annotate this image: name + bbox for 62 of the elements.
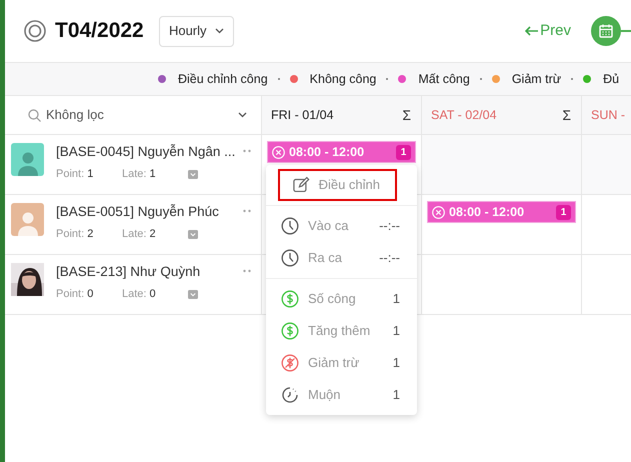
legend-label: Đủ	[603, 70, 620, 88]
search-icon	[28, 108, 41, 122]
sum-icon: Σ	[562, 104, 571, 126]
menu-item[interactable]: Tăng thêm 1	[266, 315, 417, 347]
shift-bar[interactable]: 08:00 - 12:00 1	[427, 201, 576, 223]
menu-item[interactable]: Ra ca --:--	[266, 242, 417, 274]
chevron-down-icon	[238, 112, 247, 118]
calendar-icon	[599, 24, 613, 38]
arrow-left-icon	[525, 26, 538, 36]
clock-icon	[281, 249, 299, 267]
view-select[interactable]: Hourly	[158, 16, 234, 46]
close-circle-icon	[432, 206, 445, 218]
close-circle-icon	[272, 146, 285, 158]
day-label: SAT - 02/04	[431, 106, 497, 124]
person-icon	[16, 210, 38, 236]
separator-dot-icon	[386, 78, 388, 80]
separator-dot-icon	[571, 78, 574, 80]
employee-name: [BASE-213] Như Quỳnh	[56, 263, 202, 281]
separator-dot-icon	[480, 78, 482, 80]
shift-bar[interactable]: 08:00 - 12:00 1	[267, 141, 416, 163]
late-stat: Late: 2	[122, 227, 157, 242]
legend-label: Điều chỉnh công	[178, 70, 268, 88]
sum-icon: Σ	[402, 104, 411, 126]
dollar-icon	[281, 290, 299, 308]
employee-name: [BASE-0051] Nguyễn Phúc	[56, 203, 220, 221]
dollar-off-icon	[281, 354, 299, 372]
legend-label: Giảm trừ	[512, 70, 562, 88]
count-badge: 1	[396, 144, 411, 160]
shift-time: 08:00 - 12:00	[289, 144, 364, 161]
clock-icon	[281, 217, 299, 235]
filter-field[interactable]: Không lọc	[46, 105, 238, 125]
dropdown-icon	[188, 230, 198, 239]
menu-item[interactable]: Số công 1	[266, 283, 417, 315]
legend-label: Mất công	[418, 70, 470, 88]
point-stat: Point: 0	[56, 287, 94, 302]
more-icon[interactable]	[243, 149, 251, 153]
separator-dot-icon	[278, 78, 280, 80]
menu-item[interactable]: Giảm trừ 1	[266, 347, 417, 379]
edit-icon	[293, 176, 310, 194]
month-title: T04/2022	[55, 18, 144, 44]
dropdown-icon	[188, 170, 198, 179]
dollar-icon	[281, 322, 299, 340]
dropdown-icon	[188, 290, 198, 299]
count-badge: 1	[556, 204, 571, 220]
chevron-down-icon	[214, 28, 224, 34]
day-label: FRI - 01/04	[271, 106, 334, 124]
day-label: SUN -	[591, 106, 626, 124]
person-icon	[16, 150, 38, 176]
timer-icon	[281, 386, 299, 404]
more-icon[interactable]	[243, 209, 251, 213]
shift-time: 08:00 - 12:00	[449, 204, 524, 221]
point-stat: Point: 1	[56, 167, 94, 182]
target-icon	[24, 20, 46, 42]
legend-label: Không công	[310, 70, 376, 88]
point-stat: Point: 2	[56, 227, 94, 242]
employee-name: [BASE-0045] Nguyễn Ngân ...	[56, 143, 236, 161]
menu-item[interactable]: Vào ca --:--	[266, 210, 417, 242]
more-icon[interactable]	[243, 269, 251, 273]
late-stat: Late: 0	[122, 287, 157, 302]
menu-item[interactable]: Muộn 1	[266, 379, 417, 411]
late-stat: Late: 1	[122, 167, 157, 182]
calendar-button[interactable]	[591, 16, 621, 46]
